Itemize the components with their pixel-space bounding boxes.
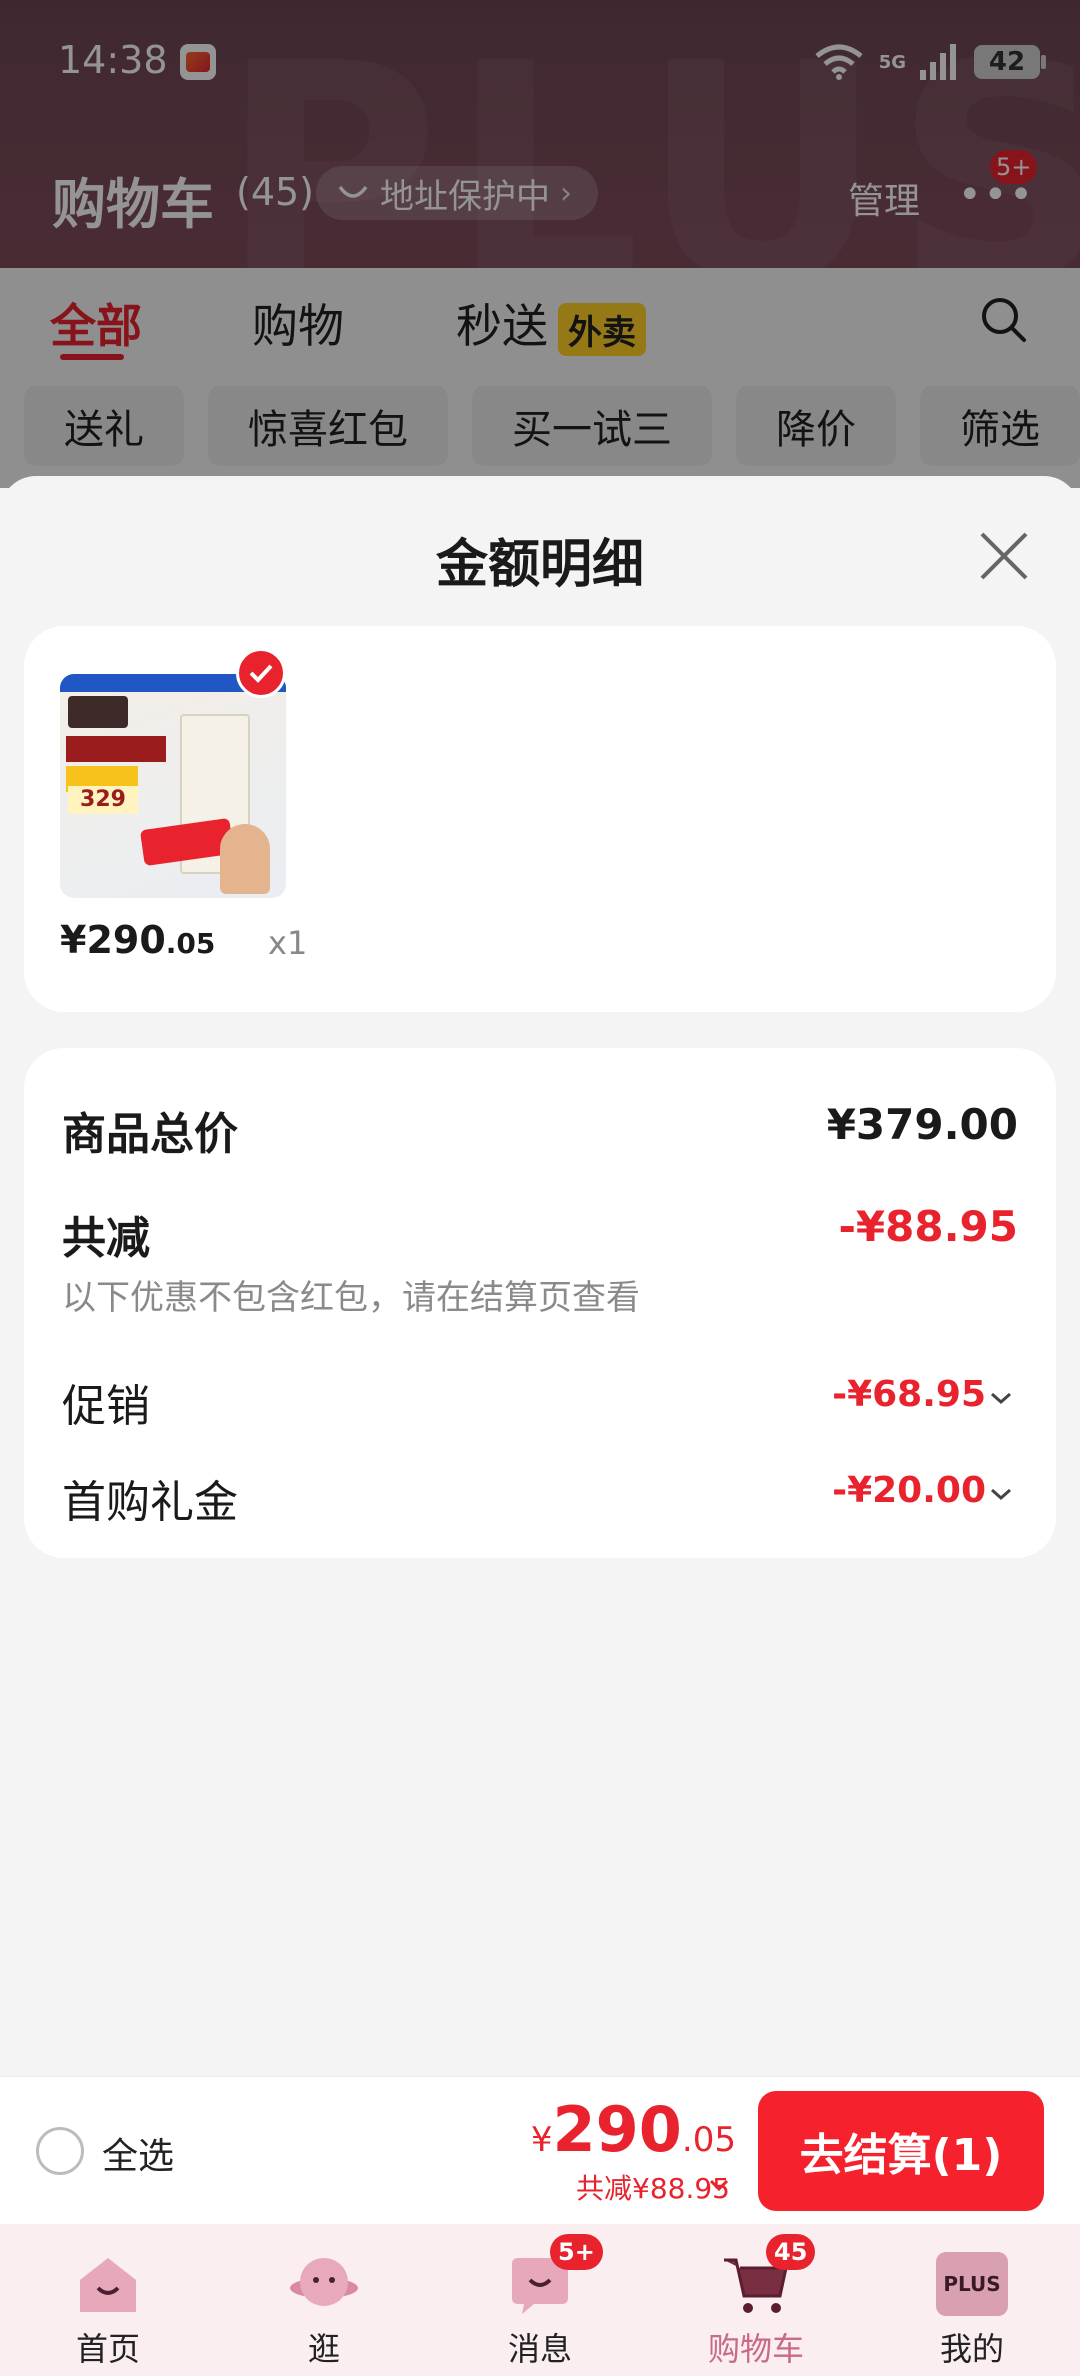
checkout-button[interactable]: 去结算(1) bbox=[758, 2091, 1044, 2211]
nav-messages-label: 消息 bbox=[507, 2330, 572, 2368]
close-icon[interactable] bbox=[976, 528, 1032, 584]
messages-badge: 5+ bbox=[550, 2234, 603, 2270]
saved-amount[interactable]: 共减¥88.95 bbox=[576, 2167, 730, 2207]
promo-value: -¥68.95 bbox=[832, 1374, 986, 1415]
total-value: ¥379.00 bbox=[826, 1100, 1018, 1149]
discount-note: 以下优惠不包含红包，请在结算页查看 bbox=[62, 1278, 640, 1318]
chevron-down-icon[interactable] bbox=[708, 2177, 730, 2193]
cart-badge: 45 bbox=[766, 2234, 816, 2270]
nav-cart-label: 购物车 bbox=[707, 2330, 804, 2368]
planet-icon bbox=[290, 2258, 358, 2306]
selected-check-icon bbox=[236, 648, 286, 698]
total-label: 商品总价 bbox=[62, 1109, 238, 1160]
nav-browse[interactable]: 逛 bbox=[216, 2224, 432, 2376]
select-all-radio[interactable] bbox=[36, 2127, 84, 2175]
nav-home-label: 首页 bbox=[75, 2330, 140, 2368]
chevron-down-icon bbox=[991, 1392, 1011, 1405]
discount-value: -¥88.95 bbox=[838, 1202, 1018, 1251]
dim-overlay[interactable] bbox=[0, 0, 1080, 488]
chevron-down-icon bbox=[991, 1488, 1011, 1501]
promo-label: 促销 bbox=[62, 1381, 150, 1432]
gift-value: -¥20.00 bbox=[832, 1470, 986, 1511]
nav-home[interactable]: 首页 bbox=[0, 2224, 216, 2376]
nav-mine[interactable]: PLUS 我的 bbox=[864, 2224, 1080, 2376]
discount-label: 共减 bbox=[62, 1213, 150, 1264]
checkout-bar: 全选 ¥290.05 共减¥88.95 去结算(1) bbox=[0, 2076, 1080, 2224]
amount-detail-sheet: 金额明细 329 ¥290.05 x1 商品总价 ¥379.00 共减 -¥88… bbox=[0, 476, 1080, 2076]
product-quantity: x1 bbox=[268, 924, 308, 962]
checkout-total: ¥290.05 bbox=[530, 2093, 736, 2166]
nav-mine-label: 我的 bbox=[939, 2330, 1004, 2368]
bottom-nav: 首页 逛 5+ 消息 45 购物车 PLUS 我的 bbox=[0, 2224, 1080, 2376]
product-price: ¥290.05 bbox=[60, 918, 216, 962]
product-thumbnail[interactable]: 329 bbox=[60, 674, 286, 898]
nav-cart[interactable]: 45 购物车 bbox=[648, 2224, 864, 2376]
home-icon bbox=[80, 2258, 136, 2312]
sheet-title: 金额明细 bbox=[435, 535, 644, 595]
price-summary-card: 商品总价 ¥379.00 共减 -¥88.95 以下优惠不包含红包，请在结算页查… bbox=[24, 1048, 1056, 1558]
product-card: 329 ¥290.05 x1 bbox=[24, 626, 1056, 1012]
nav-messages[interactable]: 5+ 消息 bbox=[432, 2224, 648, 2376]
plus-member-icon: PLUS bbox=[936, 2252, 1008, 2316]
select-all-label[interactable]: 全选 bbox=[102, 2127, 174, 2179]
nav-browse-label: 逛 bbox=[307, 2330, 340, 2368]
gift-label: 首购礼金 bbox=[62, 1477, 238, 1528]
